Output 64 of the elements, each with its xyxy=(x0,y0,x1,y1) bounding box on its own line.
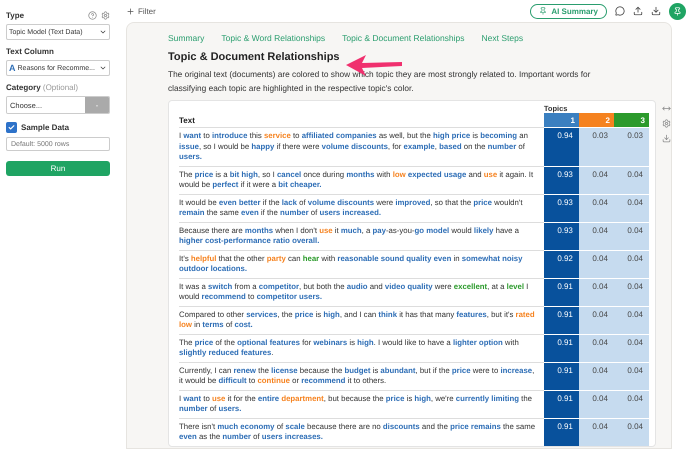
probability-cell: 0.04 xyxy=(614,250,649,278)
plus-icon xyxy=(126,6,135,16)
help-icon[interactable] xyxy=(88,11,97,20)
topic-header: 3 xyxy=(614,113,649,128)
comment-icon[interactable] xyxy=(615,6,625,16)
pin-button[interactable] xyxy=(669,2,686,20)
settings-icon[interactable] xyxy=(662,119,671,128)
probability-cell: 0.93 xyxy=(544,222,579,250)
download-icon[interactable] xyxy=(651,6,661,16)
probability-cell: 0.03 xyxy=(578,128,614,166)
caret-icon xyxy=(99,64,107,72)
probability-cell: 0.04 xyxy=(614,278,649,306)
probability-cell: 0.94 xyxy=(544,128,579,166)
probability-cell: 0.92 xyxy=(544,250,579,278)
ai-summary-button[interactable]: AI Summary xyxy=(530,4,607,18)
sample-checkbox[interactable] xyxy=(6,122,17,133)
probability-cell: 0.04 xyxy=(578,278,614,306)
section-link[interactable]: Topic & Word Relationships xyxy=(221,33,326,43)
probability-cell: 0.91 xyxy=(544,418,579,446)
probability-cell: 0.04 xyxy=(614,222,649,250)
checkmark-icon xyxy=(8,124,15,131)
probability-cell: 0.04 xyxy=(614,166,649,194)
section-link[interactable]: Next Steps xyxy=(482,33,524,43)
probability-cell: 0.91 xyxy=(544,278,579,306)
category-label: Category (Optional) xyxy=(6,83,78,92)
probability-cell: 0.93 xyxy=(544,166,579,194)
pin-icon xyxy=(673,6,682,16)
probability-cell: 0.91 xyxy=(544,362,579,390)
probability-cell: 0.04 xyxy=(578,250,614,278)
caret-icon xyxy=(99,28,107,36)
run-button[interactable]: Run xyxy=(6,161,110,176)
sample-data-label: Sample Data xyxy=(21,123,70,132)
probability-cell: 0.04 xyxy=(614,334,649,362)
probability-cell: 0.91 xyxy=(544,334,579,362)
section-heading: Topic & Document Relationships xyxy=(168,51,340,63)
probability-cell: 0.04 xyxy=(614,306,649,334)
type-label: Type xyxy=(6,11,24,20)
probability-cell: 0.93 xyxy=(544,194,579,222)
filter-button[interactable]: Filter xyxy=(126,6,156,16)
probability-cell: 0.04 xyxy=(578,306,614,334)
topic-header: 2 xyxy=(578,113,614,128)
probability-cell: 0.04 xyxy=(614,194,649,222)
expand-icon[interactable] xyxy=(662,104,671,113)
section-link[interactable]: Topic & Document Relationships xyxy=(342,33,465,43)
text-column-label: Text Column xyxy=(6,47,54,56)
topic-header: 1 xyxy=(544,113,579,128)
settings-icon[interactable] xyxy=(101,11,110,20)
probability-cell: 0.91 xyxy=(544,390,579,418)
probability-cell: 0.04 xyxy=(578,390,614,418)
text-header: Text xyxy=(179,113,544,128)
probability-cell: 0.04 xyxy=(614,418,649,446)
probability-cell: 0.04 xyxy=(614,390,649,418)
probability-cell: 0.04 xyxy=(578,222,614,250)
upload-icon[interactable] xyxy=(633,6,643,16)
probability-cell: 0.04 xyxy=(614,362,649,390)
probability-cell: 0.04 xyxy=(578,362,614,390)
probability-cell: 0.91 xyxy=(544,306,579,334)
probability-cell: 0.04 xyxy=(578,166,614,194)
probability-cell: 0.03 xyxy=(614,128,649,166)
probability-cell: 0.04 xyxy=(578,418,614,446)
section-link[interactable]: Summary xyxy=(168,33,204,43)
probability-cell: 0.04 xyxy=(578,334,614,362)
pin-icon xyxy=(539,7,548,15)
probability-cell: 0.04 xyxy=(578,194,614,222)
